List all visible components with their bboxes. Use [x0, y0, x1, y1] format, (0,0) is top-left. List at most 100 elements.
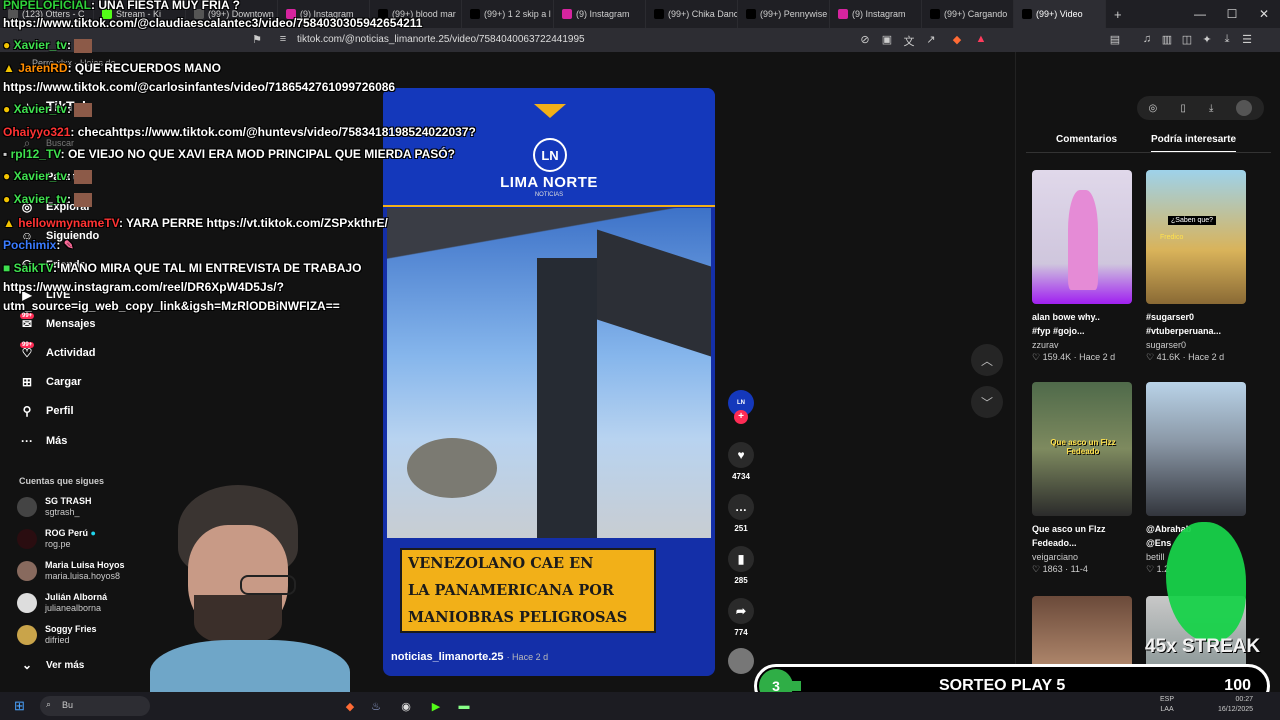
- minimize-icon[interactable]: —: [1184, 0, 1216, 28]
- sidebar-item-perfil[interactable]: ⚲ Perfil: [20, 404, 74, 418]
- close-icon[interactable]: ✕: [1248, 0, 1280, 28]
- following-account[interactable]: Maria Luisa Hoyos maria.luisa.hoyos8: [17, 560, 125, 582]
- sidebar-item-mensajes[interactable]: ✉ Mensajes: [20, 317, 96, 331]
- video-player[interactable]: LN LIMA NORTE NOTICIAS VENEZOLANO CAE EN…: [383, 88, 715, 676]
- avatar: [17, 625, 37, 645]
- brave-shield-icon[interactable]: ◆: [950, 33, 964, 47]
- emote-icon: [74, 192, 93, 207]
- menu-icon[interactable]: ☰: [1240, 33, 1254, 47]
- compass-icon[interactable]: ◎: [1149, 103, 1158, 114]
- chat-message: Pochimix: ✎: [3, 238, 74, 252]
- phone-icon[interactable]: ▯: [1180, 103, 1186, 114]
- video-thumbnail: Que asco un Flzz Fedeado: [1032, 382, 1132, 516]
- chat-message: utm_source=ig_web_copy_link&igsh=MzRlODB…: [3, 299, 340, 313]
- browser-tab[interactable]: (9) Instagram: [554, 0, 646, 28]
- app-icon[interactable]: ◆: [340, 696, 360, 716]
- tab-label: (9) Instagram: [576, 9, 630, 19]
- windows-start-icon[interactable]: ⊞: [14, 699, 28, 713]
- wallet-icon[interactable]: ◫: [1180, 33, 1194, 47]
- sidebar-item-actividad[interactable]: ♡ Actividad: [20, 346, 96, 360]
- following-account[interactable]: Soggy Fries difried: [17, 624, 97, 646]
- maximize-icon[interactable]: ☐: [1216, 0, 1248, 28]
- taskbar-search[interactable]: ⌕ Bu: [40, 696, 150, 716]
- screenshot-icon[interactable]: ▣: [880, 33, 894, 47]
- save-button[interactable]: ▮ 285: [724, 546, 758, 585]
- video-author[interactable]: noticias_limanorte.25 · Hace 2 d: [391, 651, 548, 663]
- badge-icon: ▲: [3, 61, 15, 75]
- badge-icon: ●: [3, 38, 11, 52]
- card-title: #sugarser0 #vtuberperuana...: [1146, 310, 1246, 338]
- thumbnail-text: ¿Saben que?: [1168, 216, 1217, 225]
- following-account[interactable]: SG TRASH sgtrash_: [17, 496, 92, 518]
- taskbar-clock[interactable]: 00:27 16/12/2025: [1218, 695, 1253, 715]
- avatar: [17, 529, 37, 549]
- webcam-overlay: [150, 485, 350, 720]
- recommended-video-card[interactable]: ¿Saben que? Fredico #sugarser0 #vtuberper…: [1146, 170, 1246, 363]
- share-icon[interactable]: ↗: [924, 33, 938, 47]
- recommended-video-card[interactable]: Que asco un Flzz Fedeado Que asco un Flz…: [1032, 382, 1132, 575]
- avatar[interactable]: [1236, 100, 1253, 116]
- following-account[interactable]: ROG Perú ● rog.pe: [17, 528, 96, 550]
- badge-icon: ●: [3, 192, 11, 206]
- badge-icon: ▲: [3, 216, 15, 230]
- music-disc-icon: [728, 648, 754, 674]
- browser-tab[interactable]: (99+) Cargando: [922, 0, 1014, 28]
- sidebar-item-cargar[interactable]: ⊞ Cargar: [20, 375, 82, 389]
- like-count: 4734: [732, 472, 750, 481]
- share-button[interactable]: ➦ 774: [724, 598, 758, 637]
- sidebar-item-label: Actividad: [46, 347, 96, 359]
- chat-message: ▪ rpl12_TV: OE VIEJO NO QUE XAVI ERA MOD…: [3, 147, 455, 161]
- chat-user: Pochimix: [3, 238, 57, 252]
- creator-avatar-button[interactable]: LN +: [724, 390, 758, 424]
- account-name: Soggy Fries: [45, 624, 97, 634]
- comment-button[interactable]: … 251: [724, 494, 758, 533]
- card-title-line: #sugarser0: [1146, 312, 1195, 322]
- browser-tab-active[interactable]: (99+) Video: [1014, 0, 1106, 28]
- download-icon[interactable]: ⤓: [1220, 33, 1234, 47]
- music-disc-button[interactable]: [724, 648, 758, 678]
- save-count: 285: [734, 576, 748, 585]
- account-handle: sgtrash_: [45, 507, 80, 517]
- verified-icon: ●: [90, 528, 96, 538]
- avatar: [17, 497, 37, 517]
- kick-icon[interactable]: ▶: [426, 696, 446, 716]
- browser-tab[interactable]: (99+) Chika Danc: [646, 0, 738, 28]
- terminal-icon[interactable]: ▬: [454, 696, 474, 716]
- bookmark-icon[interactable]: ⚑: [250, 33, 264, 47]
- bookmarks-panel-icon[interactable]: ▥: [1160, 33, 1174, 47]
- steam-icon[interactable]: ♨: [366, 696, 386, 716]
- heart-icon: ♥: [728, 442, 754, 468]
- follow-plus-icon[interactable]: +: [734, 410, 748, 424]
- previous-video-button[interactable]: ︿: [971, 344, 1003, 376]
- obs-icon[interactable]: ◉: [396, 696, 416, 716]
- site-settings-icon[interactable]: ≡: [276, 33, 290, 47]
- like-button[interactable]: ♥ 4734: [724, 442, 758, 481]
- download-icon[interactable]: ⤓: [1209, 103, 1213, 114]
- recommended-video-card[interactable]: alan bowe why.. #fyp #gojo... zzurav ♡ 15…: [1032, 170, 1132, 363]
- chat-user: hellowmynameTV: [18, 216, 119, 230]
- following-account[interactable]: Julián Alborná julianealborna: [17, 592, 107, 614]
- chat-message: PNPELOFICIAL: UNA FIESTA MUY FRIA ?: [3, 0, 240, 12]
- sidebar-toggle-icon[interactable]: ▤: [1108, 33, 1122, 47]
- tab-podria-interesarte[interactable]: Podría interesarte: [1151, 134, 1237, 153]
- chat-text: :: [66, 169, 71, 183]
- chat-message: ● Xavier_tv:: [3, 169, 93, 184]
- tab-comentarios[interactable]: Comentarios: [1056, 134, 1117, 145]
- new-tab-button[interactable]: +: [1106, 0, 1130, 28]
- card-meta: ♡ 41.6K · Hace 2 d: [1146, 352, 1225, 362]
- language-indicator[interactable]: ESP LAA: [1160, 695, 1174, 715]
- music-icon[interactable]: ♫: [1140, 33, 1154, 47]
- browser-tab[interactable]: (99+) Pennywise: [738, 0, 830, 28]
- browser-tab[interactable]: (99+) 1 2 skip a l: [462, 0, 554, 28]
- translate-icon[interactable]: 文: [902, 33, 916, 48]
- extension-icon[interactable]: ⊘: [858, 33, 872, 47]
- sidebar-item-mas[interactable]: ··· Más: [20, 434, 67, 448]
- browser-tab[interactable]: (9) Instagram: [830, 0, 922, 28]
- see-more-button[interactable]: ⌄ Ver más: [20, 658, 84, 672]
- next-video-button[interactable]: ﹀: [971, 386, 1003, 418]
- extensions-icon[interactable]: ✦: [1200, 33, 1214, 47]
- url-field[interactable]: tiktok.com/@noticias_limanorte.25/video/…: [297, 34, 585, 45]
- clock-date: 16/12/2025: [1218, 706, 1254, 713]
- side-panel: ◎ ▯ ⤓ Comentarios Podría interesarte ala…: [1015, 52, 1280, 692]
- rewards-icon[interactable]: ▲: [974, 33, 988, 47]
